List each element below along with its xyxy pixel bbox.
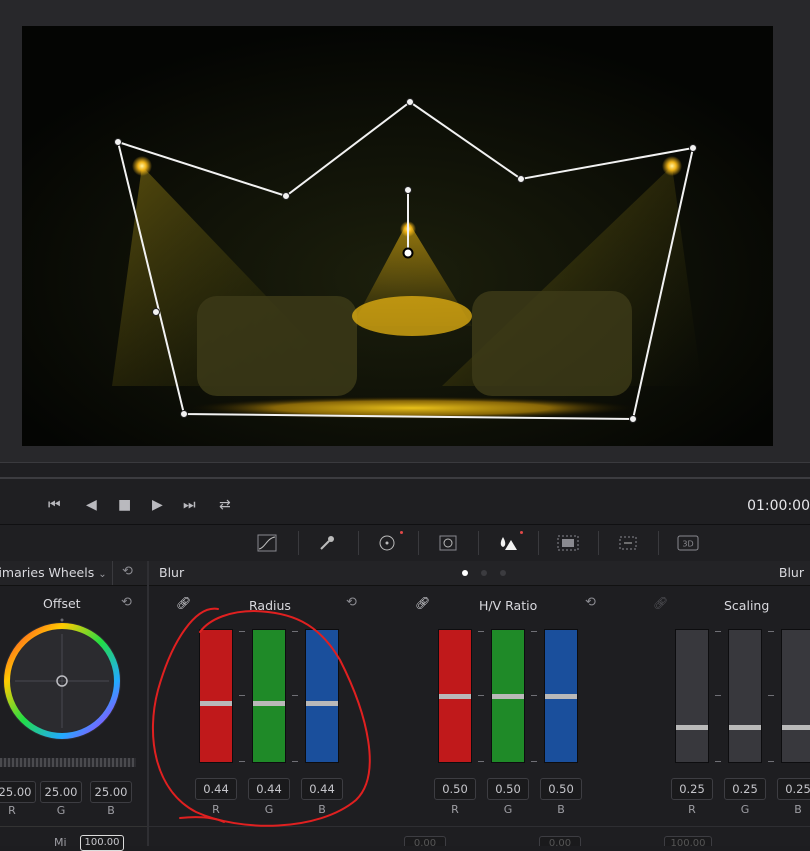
radius-g-slider[interactable] <box>252 629 286 763</box>
reset-icon[interactable]: ⟲ <box>585 595 596 610</box>
slider-handle[interactable] <box>676 725 708 730</box>
slider-handle[interactable] <box>200 701 232 706</box>
group-title-scaling: Scaling <box>724 598 770 613</box>
curves-icon[interactable] <box>256 533 278 553</box>
scrubber-track[interactable] <box>0 477 810 479</box>
slider-handle[interactable] <box>729 725 761 730</box>
3d-icon[interactable]: 3D <box>677 533 699 553</box>
group-title-radius: Radius <box>249 598 291 613</box>
radius-b-value[interactable]: 0.44 <box>301 778 343 800</box>
page-dot[interactable] <box>481 570 487 576</box>
history-icon[interactable]: ⟲ <box>122 564 133 579</box>
chevron-down-icon: ⌄ <box>98 569 107 580</box>
mode-label: Primaries Wheels <box>0 565 95 580</box>
channel-label-g: G <box>56 804 66 817</box>
radius-r-value[interactable]: 0.44 <box>195 778 237 800</box>
skip-forward-icon[interactable]: ⏭ <box>183 497 196 513</box>
skip-back-icon[interactable]: ⏮ <box>48 497 61 513</box>
channel-label-g: G <box>503 803 513 816</box>
channel-label-b: B <box>794 803 802 816</box>
offset-wheel-panel: Offset ⟲ 25.00 25.00 25.00 R G B Mi 100.… <box>0 586 147 851</box>
hv-r-value[interactable]: 0.50 <box>434 778 476 800</box>
scaling-g-slider[interactable] <box>728 629 762 763</box>
radius-b-slider[interactable] <box>305 629 339 763</box>
link-icon[interactable]: 🔗︎ <box>176 596 191 610</box>
video-image <box>22 26 773 446</box>
slider-handle[interactable] <box>306 701 338 706</box>
scaling-r-value[interactable]: 0.25 <box>671 778 713 800</box>
partial-value[interactable]: 0.00 <box>539 836 581 846</box>
radius-g-value[interactable]: 0.44 <box>248 778 290 800</box>
slider-handle[interactable] <box>439 694 471 699</box>
mode-selector[interactable]: Primaries Wheels ⌄ <box>0 565 107 580</box>
offset-jog-wheel[interactable] <box>0 758 136 767</box>
hv-b-slider[interactable] <box>544 629 578 763</box>
radius-r-slider[interactable] <box>199 629 233 763</box>
channel-label-r: R <box>688 803 696 816</box>
offset-g-value[interactable]: 25.00 <box>40 781 82 803</box>
group-title-hv-ratio: H/V Ratio <box>479 598 538 613</box>
step-back-icon[interactable]: ◀ <box>86 497 97 513</box>
qualifier-icon[interactable] <box>316 533 338 553</box>
transport-bar: ⏮ ◀ ■ ▶ ⏭ ⇄ 01:00:00 <box>0 462 810 525</box>
reset-icon[interactable]: ⟲ <box>346 595 357 610</box>
channel-label-b: B <box>557 803 565 816</box>
hv-b-value[interactable]: 0.50 <box>540 778 582 800</box>
scaling-r-slider[interactable] <box>675 629 709 763</box>
channel-label-r: R <box>212 803 220 816</box>
link-icon[interactable]: 🔗︎ <box>653 596 668 610</box>
blur-icon[interactable] <box>497 533 519 553</box>
key-icon[interactable] <box>557 533 579 553</box>
channel-label-b: B <box>318 803 326 816</box>
blur-panel: 🔗︎ Radius ⟲ 0.44 0.44 0.44 R G B 🔗︎ H/V … <box>149 586 810 846</box>
reset-icon[interactable]: ⟲ <box>121 595 132 610</box>
offset-b-value[interactable]: 25.00 <box>90 781 132 803</box>
color-wheel[interactable] <box>0 614 130 744</box>
partial-value[interactable]: 0.00 <box>404 836 446 846</box>
3d-label: 3D <box>682 540 693 549</box>
hv-g-value[interactable]: 0.50 <box>487 778 529 800</box>
blur-header-right: Blur <box>778 565 804 580</box>
page-dot[interactable] <box>500 570 506 576</box>
page-dot-active[interactable] <box>462 570 468 576</box>
viewer <box>0 0 810 462</box>
blur-header-left: Blur <box>159 565 185 580</box>
slider-handle[interactable] <box>782 725 810 730</box>
video-frame[interactable] <box>22 26 773 446</box>
mid-value[interactable]: 100.00 <box>80 835 124 851</box>
link-icon[interactable]: 🔗︎ <box>415 596 430 610</box>
channel-label-r: R <box>451 803 459 816</box>
hv-r-slider[interactable] <box>438 629 472 763</box>
hv-g-slider[interactable] <box>491 629 525 763</box>
slider-handle[interactable] <box>492 694 524 699</box>
channel-label-g: G <box>264 803 274 816</box>
sizing-icon[interactable] <box>617 533 639 553</box>
channel-label-r: R <box>8 804 16 817</box>
stop-icon[interactable]: ■ <box>118 497 131 513</box>
power-window-icon[interactable] <box>376 533 398 553</box>
left-panel-header: Primaries Wheels ⌄ ⟲ <box>0 561 147 586</box>
loop-icon[interactable]: ⇄ <box>219 497 231 513</box>
channel-label-g: G <box>740 803 750 816</box>
offset-r-value[interactable]: 25.00 <box>0 781 36 803</box>
blur-panel-header: Blur Blur <box>149 561 810 586</box>
slider-handle[interactable] <box>545 694 577 699</box>
wheel-title: Offset <box>43 596 81 611</box>
scaling-b-slider[interactable] <box>781 629 810 763</box>
tracker-icon[interactable] <box>437 533 459 553</box>
partial-value[interactable]: 100.00 <box>664 836 712 846</box>
palette-toolbar: 3D <box>0 524 810 561</box>
mid-label: Mi <box>54 836 67 849</box>
channel-label-b: B <box>107 804 115 817</box>
play-icon[interactable]: ▶ <box>152 497 163 513</box>
timecode: 01:00:00 <box>747 498 810 514</box>
scaling-b-value[interactable]: 0.25 <box>777 778 810 800</box>
scaling-g-value[interactable]: 0.25 <box>724 778 766 800</box>
slider-handle[interactable] <box>253 701 285 706</box>
